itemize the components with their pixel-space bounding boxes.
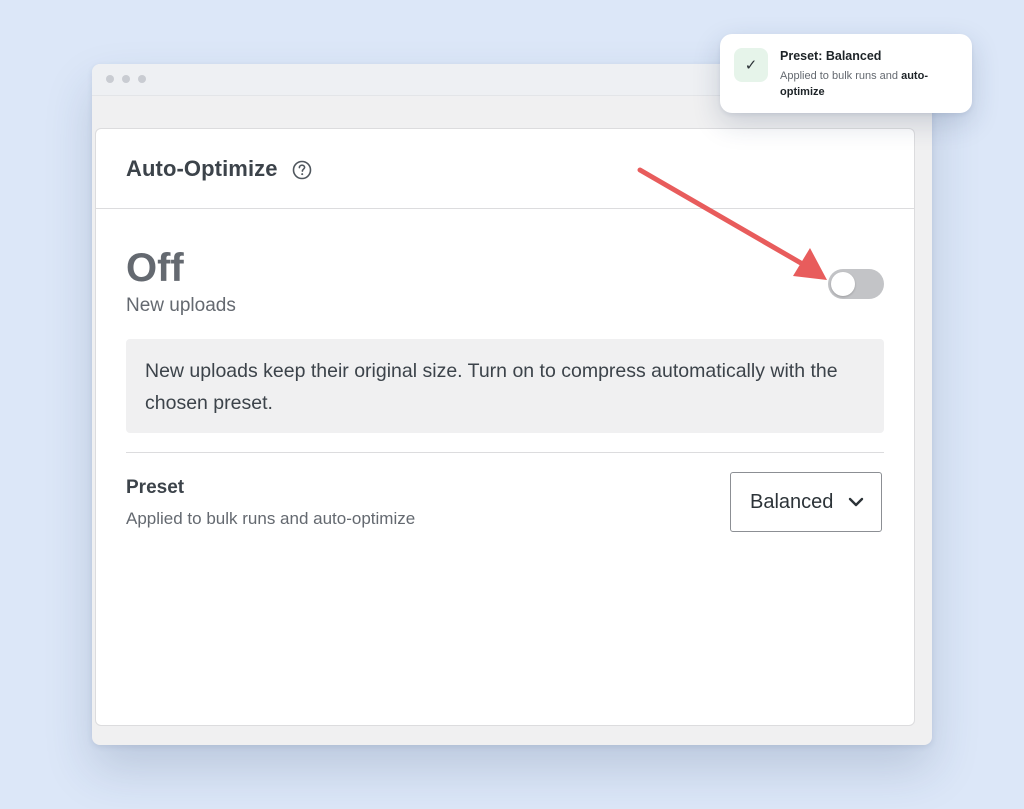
card-title: Auto-Optimize [126,155,278,181]
card-body: Off New uploads New uploads keep their o… [96,209,914,553]
preset-label: Preset [126,477,185,498]
settings-card: Auto-Optimize Off New uploads New upload… [95,128,915,726]
toast-description-text: Applied to bulk runs and [780,70,902,82]
preset-select-value: Balanced [750,490,834,513]
window-dot[interactable] [106,75,114,83]
app-window: Auto-Optimize Off New uploads New upload… [92,64,932,745]
toast-notification: ✓ Preset: Balanced Applied to bulk runs … [720,34,972,113]
status-value: Off [126,246,184,290]
window-dot[interactable] [138,75,146,83]
chevron-down-icon [848,495,864,509]
toast-description: Applied to bulk runs and auto-optimize [780,68,960,100]
card-header: Auto-Optimize [96,129,914,209]
check-icon: ✓ [734,48,768,82]
info-notice: New uploads keep their original size. Tu… [126,339,884,433]
preset-description: Applied to bulk runs and auto-optimize [126,509,416,528]
window-dot[interactable] [122,75,130,83]
window-controls [106,75,146,83]
status-label: New uploads [126,295,236,316]
status-row: Off New uploads [126,209,884,339]
toggle-knob [831,272,855,296]
preset-row: Preset Applied to bulk runs and auto-opt… [126,453,884,553]
preset-select[interactable]: Balanced [730,472,882,532]
toast-title: Preset: Balanced [780,49,882,63]
auto-optimize-toggle[interactable] [828,269,884,299]
question-circle-icon[interactable] [292,160,312,180]
